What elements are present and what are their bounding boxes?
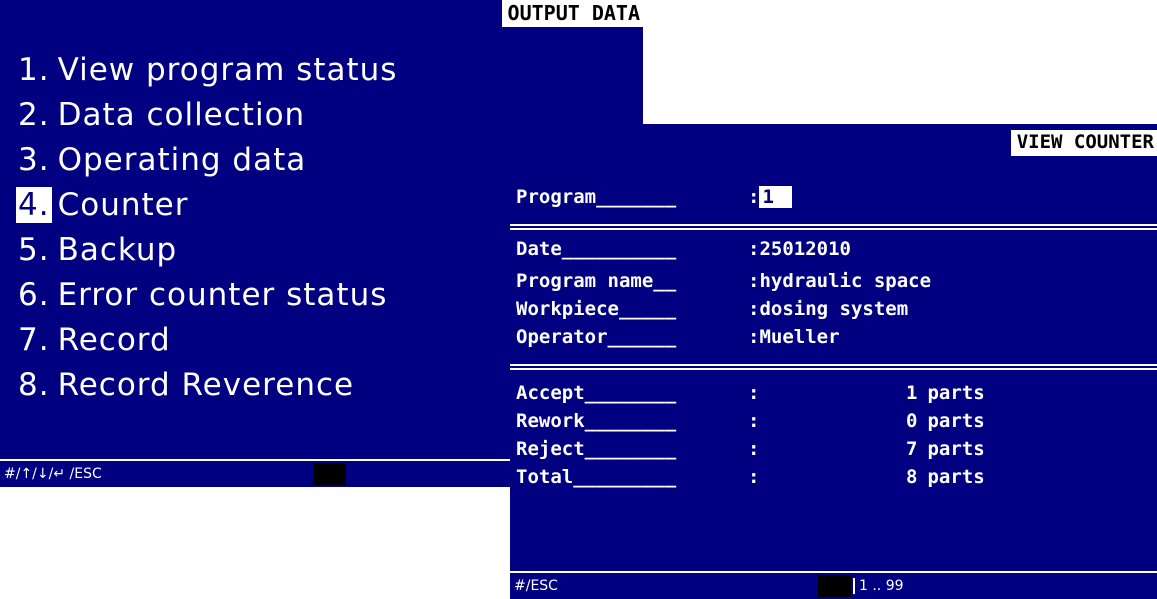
count-unit: parts (927, 466, 985, 488)
screen-title: VIEW COUNTER (1010, 130, 1157, 156)
count-value: 8 (906, 466, 918, 488)
separator: : (748, 466, 760, 488)
menu-item-label: Operating data (57, 142, 307, 178)
screen-title: OUTPUT DATA (501, 0, 643, 27)
count-label: Accept________ (516, 382, 677, 404)
status-bar: #/ESC 1 .. 99 (510, 571, 1157, 599)
menu-item-label: Backup (57, 232, 178, 268)
info-value: 25012010 (759, 238, 851, 260)
program-label: Program_______ (516, 186, 677, 208)
menu-item-label: Counter (57, 187, 189, 223)
menu-item-number: 8. (18, 367, 50, 403)
menu-item-label: Data collection (57, 97, 306, 133)
info-label: Date__________ (516, 238, 677, 260)
menu-item-number: 2. (18, 97, 50, 133)
input-cursor (313, 463, 346, 485)
count-row-total: Total_________: 8 parts (516, 466, 985, 488)
info-value: Mueller (759, 326, 840, 348)
count-value: 1 (906, 382, 918, 404)
count-label: Rework________ (516, 410, 677, 432)
count-label: Total_________ (516, 466, 677, 488)
info-row-program-name: Program name__:hydraulic space (516, 270, 931, 292)
menu-item-backup[interactable]: 5. Backup (16, 232, 397, 277)
separator: : (748, 186, 760, 208)
menu-item-number: 7. (18, 322, 50, 358)
input-cursor (818, 575, 851, 597)
separator: : (748, 438, 760, 460)
menu-item-label: View program status (57, 52, 398, 88)
menu-item-view-program-status[interactable]: 1. View program status (16, 52, 397, 97)
count-unit: parts (927, 438, 985, 460)
menu-item-label: Error counter status (57, 277, 388, 313)
separator: : (748, 298, 760, 320)
separator: : (748, 382, 760, 404)
value-range: 1 .. 99 (853, 578, 904, 594)
program-row: Program_______:1 (516, 186, 792, 208)
separator: : (748, 238, 760, 260)
info-label: Program name__ (516, 270, 677, 292)
divider (510, 364, 1157, 370)
info-row-operator: Operator______:Mueller (516, 326, 840, 348)
menu-item-label: Record Reverence (57, 367, 355, 403)
divider (510, 224, 1157, 230)
output-menu: 1. View program status 2. Data collectio… (16, 52, 397, 412)
key-hints: #/ESC (514, 578, 558, 594)
count-label: Reject________ (516, 438, 677, 460)
info-label: Workpiece_____ (516, 298, 677, 320)
menu-item-data-collection[interactable]: 2. Data collection (16, 97, 397, 142)
menu-item-number: 3. (18, 142, 50, 178)
info-value: dosing system (759, 298, 909, 320)
menu-item-operating-data[interactable]: 3. Operating data (16, 142, 397, 187)
info-row-workpiece: Workpiece_____:dosing system (516, 298, 908, 320)
count-row-accept: Accept________: 1 parts (516, 382, 985, 404)
count-row-reject: Reject________: 7 parts (516, 438, 985, 460)
count-unit: parts (927, 382, 985, 404)
program-number-input[interactable]: 1 (759, 186, 792, 208)
count-value: 7 (906, 438, 918, 460)
info-value: hydraulic space (759, 270, 932, 292)
menu-item-record[interactable]: 7. Record (16, 322, 397, 367)
count-row-rework: Rework________: 0 parts (516, 410, 985, 432)
menu-item-number-selected: 4. (16, 187, 52, 223)
view-counter-screen: VIEW COUNTER Program_______:1 Date______… (510, 124, 1157, 599)
count-value: 0 (906, 410, 918, 432)
menu-item-number: 6. (18, 277, 50, 313)
menu-item-error-counter-status[interactable]: 6. Error counter status (16, 277, 397, 322)
count-unit: parts (927, 410, 985, 432)
menu-item-number: 5. (18, 232, 50, 268)
menu-item-counter[interactable]: 4. Counter (16, 187, 397, 232)
separator: : (748, 326, 760, 348)
menu-item-number: 1. (18, 52, 50, 88)
separator: : (748, 270, 760, 292)
menu-item-label: Record (57, 322, 171, 358)
separator: : (748, 410, 760, 432)
info-label: Operator______ (516, 326, 677, 348)
key-hints: #/↑/↓/↵ /ESC (4, 466, 102, 482)
menu-item-record-reverence[interactable]: 8. Record Reverence (16, 367, 397, 412)
info-row-date: Date__________:25012010 (516, 238, 851, 260)
